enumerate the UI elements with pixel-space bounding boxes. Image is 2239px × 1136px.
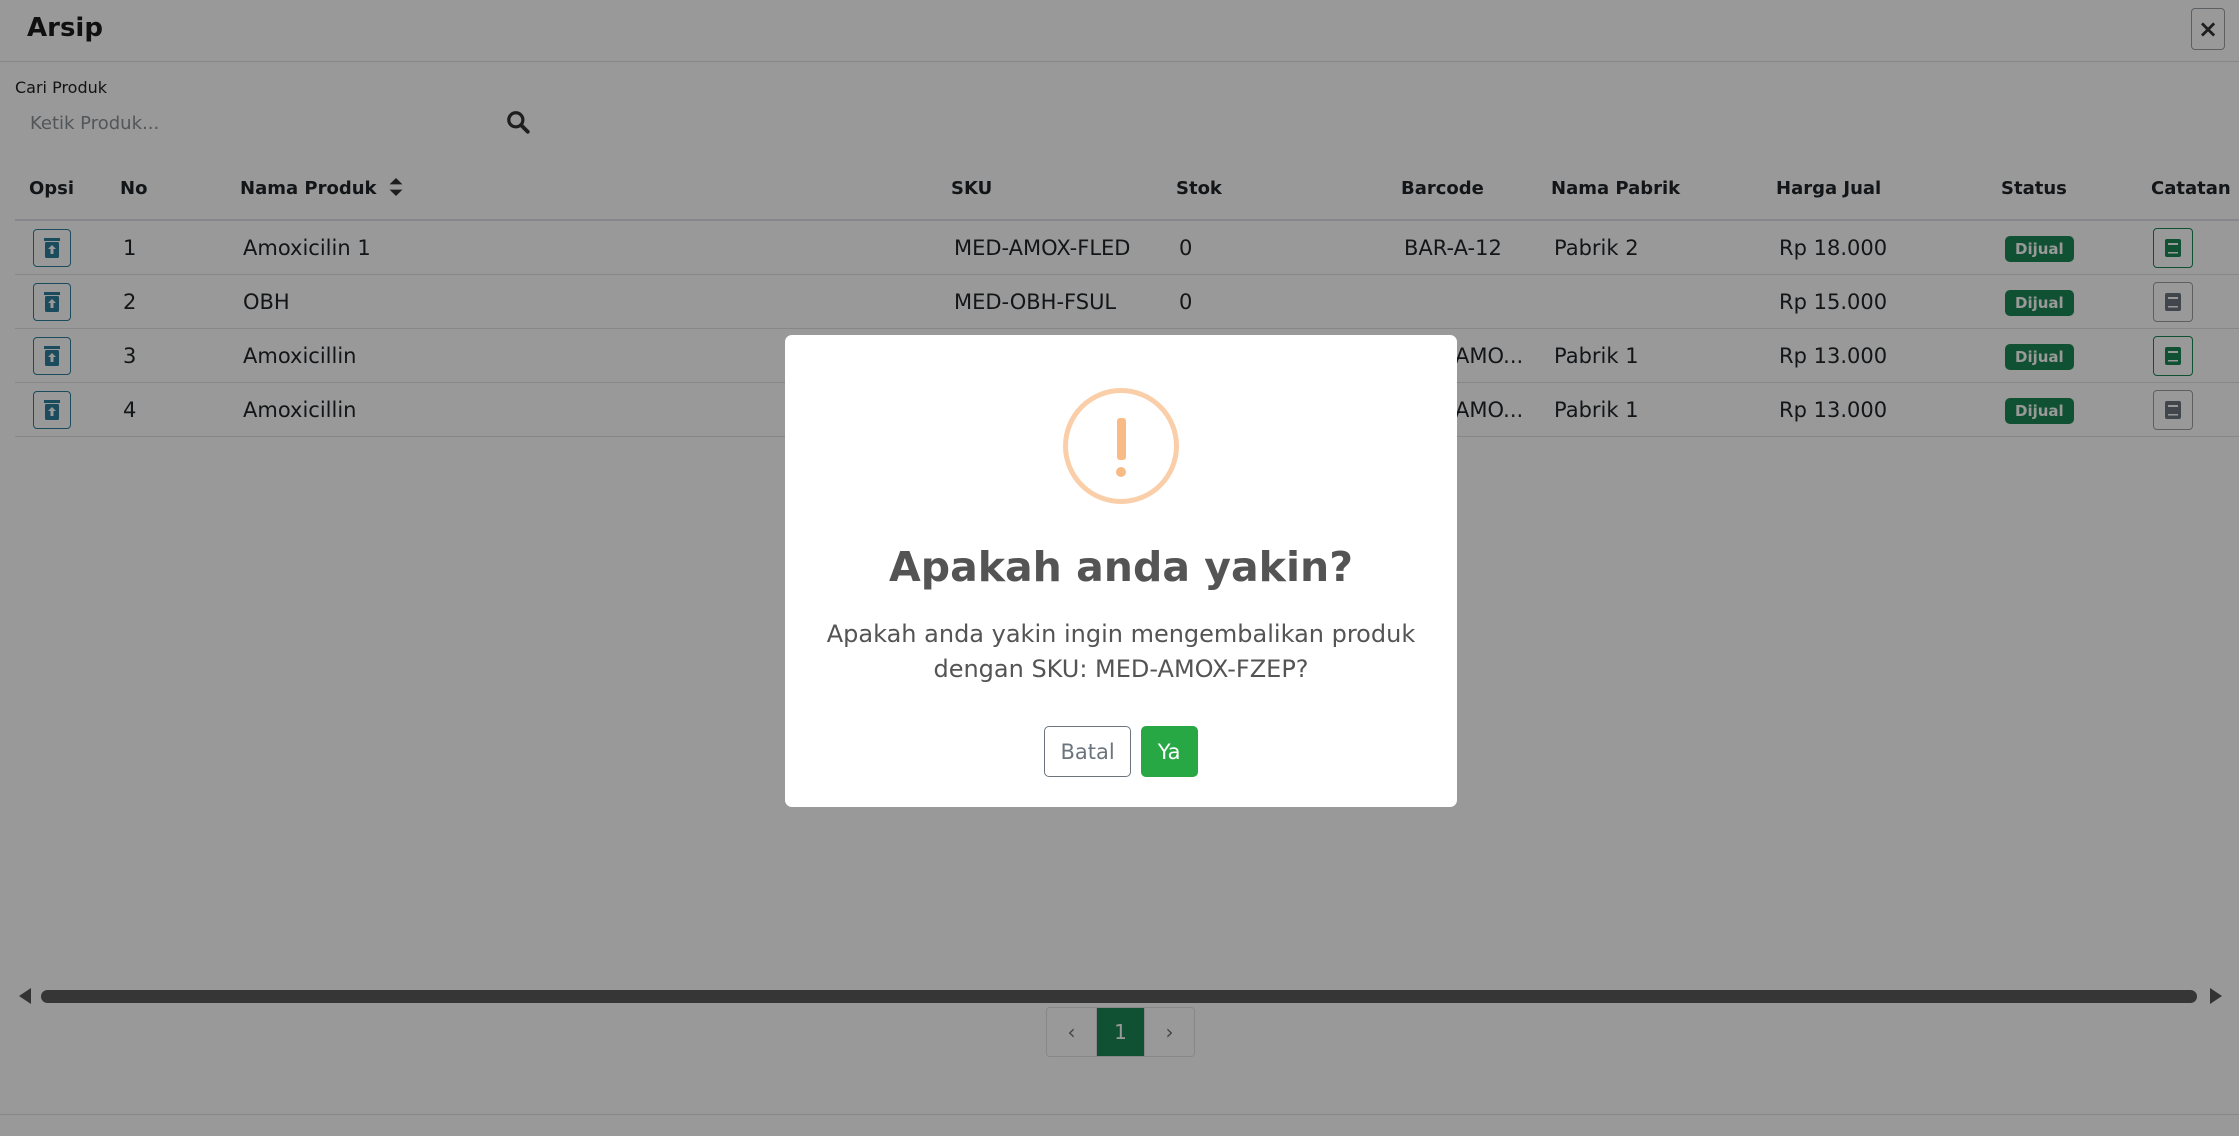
dialog-message-line: dengan SKU: MED-AMOX-FZEP? [933,655,1309,683]
dialog-title: Apakah anda yakin? [889,543,1353,591]
warning-icon-dot [1116,467,1126,477]
dialog-message-line: Apakah anda yakin ingin mengembalikan pr… [826,620,1416,648]
confirm-button[interactable]: Ya [1140,726,1198,777]
warning-icon [1063,388,1179,504]
dialog-message: Apakah anda yakin ingin mengembalikan pr… [815,617,1427,687]
confirm-dialog: Apakah anda yakin? Apakah anda yakin ing… [785,335,1457,807]
warning-icon-bar [1116,418,1126,460]
dialog-actions: Batal Ya [785,726,1457,777]
cancel-button[interactable]: Batal [1044,726,1131,777]
